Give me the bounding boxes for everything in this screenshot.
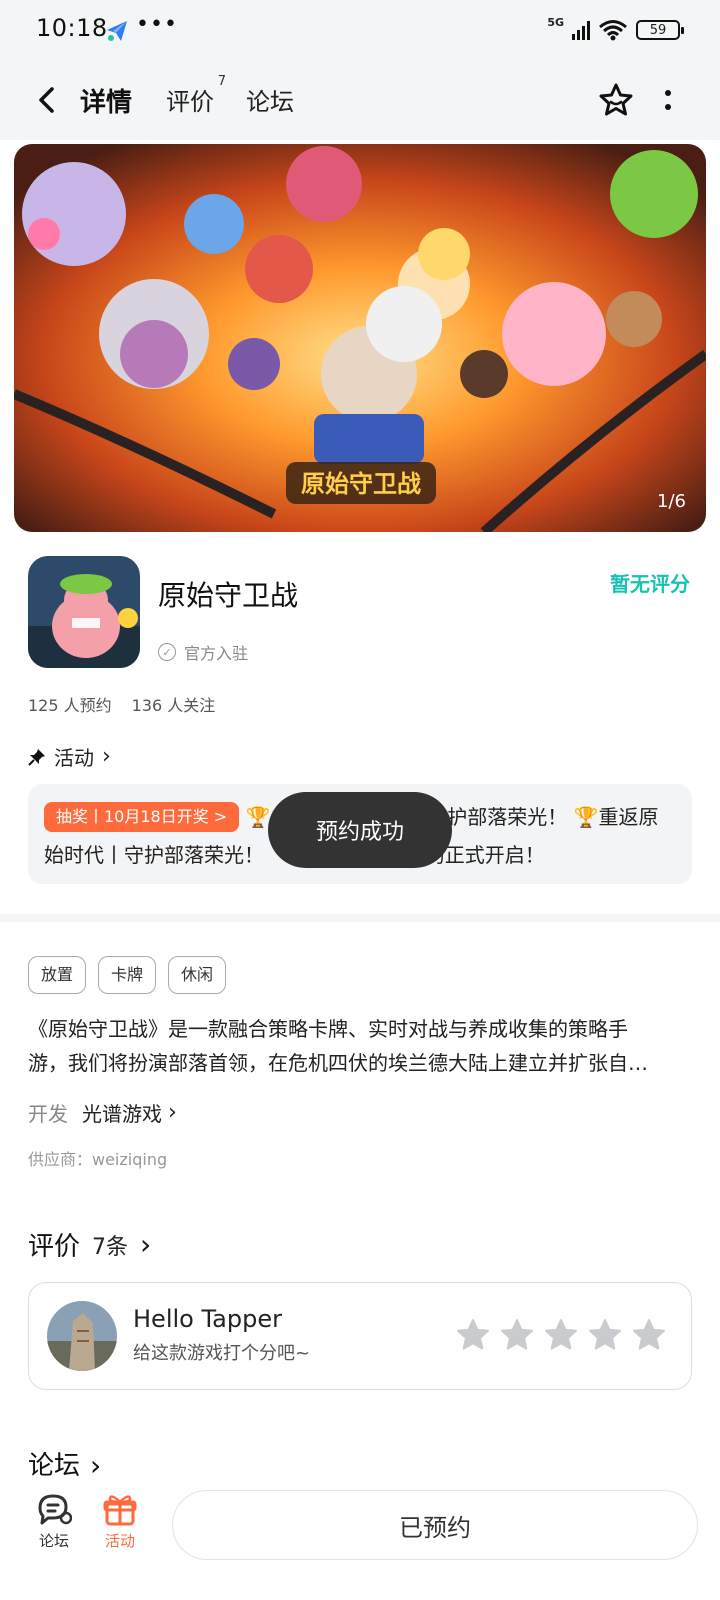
chevron-right-icon: ›	[102, 744, 111, 769]
supplier-info: 供应商：weiziqing	[28, 1150, 168, 1169]
bottom-forum-button[interactable]: 论坛	[24, 1492, 84, 1551]
tab-reviews-label: 评价	[166, 88, 214, 116]
tab-detail-label: 详情	[80, 88, 133, 118]
status-indicators: 5G 59	[547, 14, 684, 46]
activity-header-label: 活动	[54, 746, 94, 770]
empty-star-icon[interactable]	[499, 1317, 535, 1353]
chevron-right-icon: ›	[90, 1452, 102, 1476]
bottom-forum-label: 论坛	[38, 1532, 69, 1550]
trophy-icon: 🏆	[573, 805, 599, 829]
avatar	[47, 1301, 117, 1371]
official-label: 官方入驻	[184, 644, 249, 663]
empty-star-icon[interactable]	[631, 1317, 667, 1353]
description-line-2: 游，我们将扮演部落首领，在危机四伏的埃兰德大陆上建立并扩张自…	[28, 1051, 648, 1075]
rating-status: 暂无评分	[610, 572, 690, 596]
nav-bar: 详情 评价 7 论坛	[0, 60, 720, 140]
chevron-right-icon: ›	[168, 1100, 177, 1125]
more-options-icon[interactable]	[660, 82, 676, 118]
developer-name: 光谱游戏	[82, 1102, 162, 1126]
banner-counter: 1/6	[657, 491, 686, 512]
reviews-header[interactable]: 评价 7条 ›	[28, 1226, 151, 1263]
app-stats: 125 人预约 136 人关注	[28, 692, 215, 716]
app-title: 原始守卫战	[158, 579, 299, 612]
banner-carousel[interactable]: 原始守卫战 1/6	[14, 144, 706, 532]
forum-header[interactable]: 论坛 ›	[28, 1452, 101, 1476]
follow-star-icon[interactable]	[596, 80, 636, 120]
toast-message: 预约成功	[268, 792, 452, 868]
genre-tag[interactable]: 卡牌	[98, 956, 157, 994]
banner-title-art: 原始守卫战	[301, 470, 421, 498]
genre-tags: 放置 卡牌 休闲	[28, 956, 227, 994]
game-description[interactable]: 《原始守卫战》是一款融合策略卡牌、实时对战与养成收集的策略手 游，我们将扮演部落…	[28, 1012, 692, 1080]
empty-star-icon[interactable]	[587, 1317, 623, 1353]
tab-forum[interactable]: 论坛	[246, 82, 294, 117]
wifi-icon	[599, 20, 627, 41]
tab-forum-label: 论坛	[246, 88, 294, 116]
bottom-activity-button[interactable]: 活动	[90, 1492, 150, 1551]
app-icon	[28, 556, 140, 668]
activity-text-1: 护部落荣光！	[447, 805, 568, 829]
rating-prompt: 给这款游戏打个分吧~	[133, 1343, 311, 1364]
banner-artwork: 原始守卫战	[14, 144, 706, 532]
developer-row[interactable]: 开发 光谱游戏 ›	[28, 1098, 177, 1127]
bottom-action-bar: 论坛 活动 已预约	[0, 1476, 720, 1600]
verified-check-icon: ✓	[158, 643, 176, 661]
gift-icon	[103, 1495, 137, 1526]
section-divider	[0, 914, 720, 922]
pin-icon	[28, 748, 45, 766]
network-type: 5G	[547, 15, 564, 29]
activity-text-2: 始时代丨守护部落荣光！	[44, 843, 264, 867]
tab-detail[interactable]: 详情	[76, 82, 137, 119]
reservation-count: 125 人预约	[28, 696, 112, 715]
genre-tag[interactable]: 放置	[28, 956, 87, 994]
star-rating[interactable]	[455, 1317, 667, 1353]
reviews-count: 7条	[92, 1234, 129, 1260]
battery-level: 59	[649, 22, 667, 38]
battery-icon: 59	[636, 20, 684, 40]
developer-label: 开发	[28, 1102, 68, 1126]
status-time: 10:18	[36, 14, 108, 42]
genre-tag[interactable]: 休闲	[168, 956, 227, 994]
activity-header[interactable]: 活动 ›	[28, 742, 111, 771]
rate-game-card[interactable]: Hello Tapper 给这款游戏打个分吧~	[28, 1282, 692, 1390]
paper-plane-icon	[107, 21, 127, 41]
reserved-button[interactable]: 已预约	[172, 1490, 698, 1560]
review-count-badge: 7	[217, 74, 226, 89]
tab-reviews[interactable]: 评价 7	[166, 74, 226, 117]
official-badge: ✓ 官方入驻	[158, 640, 248, 664]
signal-icon	[572, 20, 590, 40]
status-bar: 10:18 ••• 5G 59	[0, 0, 720, 60]
trophy-icon: 🏆	[245, 805, 271, 829]
activity-text-1-end: 重返原	[598, 805, 659, 829]
forum-title: 论坛	[28, 1452, 81, 1476]
empty-star-icon[interactable]	[543, 1317, 579, 1353]
chevron-right-icon: ›	[140, 1228, 152, 1261]
empty-star-icon[interactable]	[455, 1317, 491, 1353]
user-name: Hello Tapper	[133, 1305, 282, 1333]
follower-count: 136 人关注	[131, 696, 216, 715]
back-arrow-icon[interactable]	[30, 82, 66, 118]
lottery-tag[interactable]: 抽奖丨10月18日开奖 >	[44, 802, 240, 832]
bottom-activity-label: 活动	[104, 1532, 135, 1550]
description-line-1: 《原始守卫战》是一款融合策略卡牌、实时对战与养成收集的策略手	[28, 1017, 628, 1041]
reviews-title: 评价	[28, 1232, 81, 1262]
more-notifications-icon: •••	[136, 12, 178, 37]
forum-chat-icon	[38, 1494, 72, 1525]
